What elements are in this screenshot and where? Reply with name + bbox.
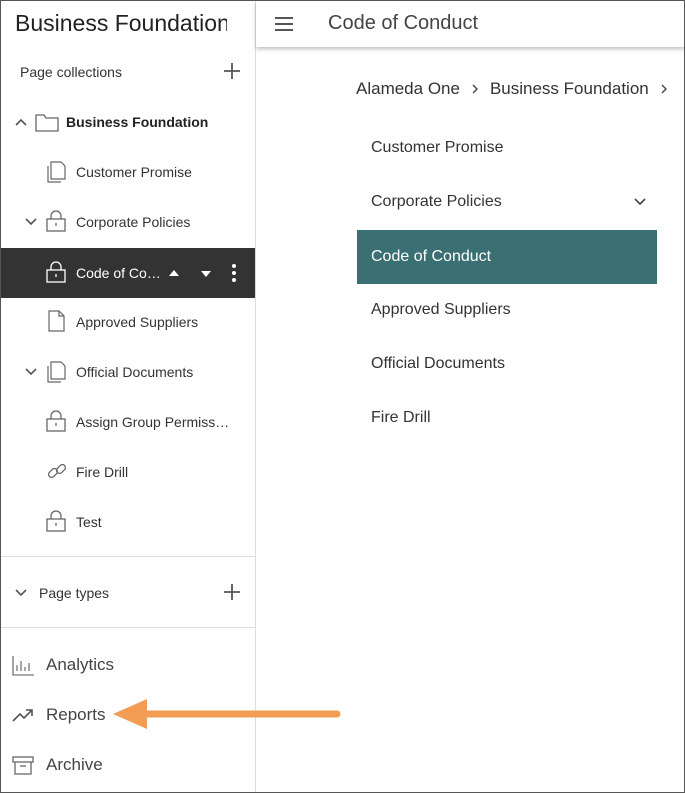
chevron-down-icon[interactable] — [24, 215, 38, 229]
add-collection-icon[interactable] — [221, 60, 243, 82]
divider — [1, 556, 255, 557]
sidebar: Business Foundation Page collections Bus… — [1, 1, 256, 792]
menu-item-label: Fire Drill — [371, 409, 431, 426]
nav-label: Reports — [46, 705, 106, 724]
nav-label: Archive — [46, 755, 103, 774]
chevron-up-icon[interactable] — [14, 115, 28, 129]
lock-icon — [46, 261, 66, 283]
add-page-type-icon[interactable] — [221, 581, 243, 603]
menu-item-label: Approved Suppliers — [371, 301, 511, 318]
chevron-down-icon[interactable] — [24, 365, 38, 379]
breadcrumb: Alameda One Business Foundation — [356, 79, 679, 99]
breadcrumb-item[interactable]: Business Foundation — [490, 79, 649, 99]
tree-item-label: Code of Conduct — [76, 265, 166, 281]
trending-up-icon — [12, 709, 33, 722]
page-icon — [48, 310, 65, 332]
nav-analytics[interactable]: Analytics — [1, 645, 255, 685]
hamburger-menu-icon[interactable] — [274, 14, 294, 34]
archive-icon — [12, 756, 34, 775]
menu-item-official-documents[interactable]: Official Documents — [357, 337, 657, 391]
page-types-header[interactable]: Page types — [1, 578, 255, 608]
tree-item-label: Business Foundation — [66, 114, 209, 130]
annotation-arrow — [113, 699, 341, 729]
tree-item-label: Corporate Policies — [76, 214, 191, 230]
page-title: Code of Conduct — [328, 12, 479, 34]
tree-item-assign-group-permissions[interactable]: Assign Group Permissions — [1, 397, 255, 447]
folder-icon — [35, 114, 59, 132]
menu-item-corporate-policies[interactable]: Corporate Policies — [357, 175, 657, 229]
menu-item-label: Official Documents — [371, 355, 505, 372]
lock-icon — [46, 410, 66, 432]
page-collections-header: Page collections — [1, 57, 255, 87]
tree-item-label: Assign Group Permissions — [76, 414, 232, 430]
bar-chart-icon — [12, 656, 34, 676]
tree-item-approved-suppliers[interactable]: Approved Suppliers — [1, 297, 255, 347]
more-options-icon[interactable] — [229, 263, 239, 283]
lock-icon — [46, 210, 66, 232]
page-types-label: Page types — [39, 585, 110, 601]
divider — [1, 627, 255, 628]
tree-item-official-documents[interactable]: Official Documents — [1, 347, 255, 397]
menu-item-fire-drill[interactable]: Fire Drill — [357, 391, 657, 445]
tree-item-corporate-policies[interactable]: Corporate Policies — [1, 197, 255, 247]
move-up-icon[interactable] — [168, 267, 180, 279]
tree-item-fire-drill[interactable]: Fire Drill — [1, 447, 255, 497]
top-bar: Code of Conduct — [256, 1, 684, 47]
tree-item-customer-promise[interactable]: Customer Promise — [1, 147, 255, 197]
tree-item-label: Approved Suppliers — [76, 314, 199, 330]
menu-item-label: Corporate Policies — [371, 193, 502, 210]
chevron-right-icon — [472, 84, 478, 94]
app-window: Business Foundation Page collections Bus… — [0, 0, 685, 793]
tree-item-code-of-conduct[interactable]: Code of Conduct — [1, 248, 255, 298]
nav-archive[interactable]: Archive — [1, 745, 255, 785]
tree-item-label: Official Documents — [76, 364, 194, 380]
tree-item-business-foundation[interactable]: Business Foundation — [1, 97, 255, 147]
menu-item-label: Customer Promise — [371, 139, 504, 156]
menu-item-approved-suppliers[interactable]: Approved Suppliers — [357, 283, 657, 337]
tree-item-label: Test — [76, 514, 102, 530]
page-collections-label: Page collections — [20, 64, 122, 80]
tree-item-test[interactable]: Test — [1, 497, 255, 547]
move-down-icon[interactable] — [200, 268, 212, 280]
menu-item-code-of-conduct[interactable]: Code of Conduct — [357, 230, 657, 284]
pages-icon — [47, 161, 66, 183]
nav-label: Analytics — [46, 655, 115, 674]
chevron-down-icon[interactable] — [14, 586, 28, 600]
chevron-right-icon — [661, 84, 667, 94]
tree-item-label: Fire Drill — [76, 464, 129, 480]
app-title: Business Foundation — [15, 10, 227, 36]
chevron-down-icon[interactable] — [633, 195, 647, 209]
tree-item-label: Customer Promise — [76, 164, 192, 180]
link-icon — [47, 463, 67, 479]
menu-item-label: Code of Conduct — [371, 248, 492, 265]
pages-icon — [47, 361, 66, 383]
breadcrumb-item[interactable]: Alameda One — [356, 79, 460, 99]
menu-item-customer-promise[interactable]: Customer Promise — [357, 121, 657, 175]
lock-icon — [46, 510, 66, 532]
